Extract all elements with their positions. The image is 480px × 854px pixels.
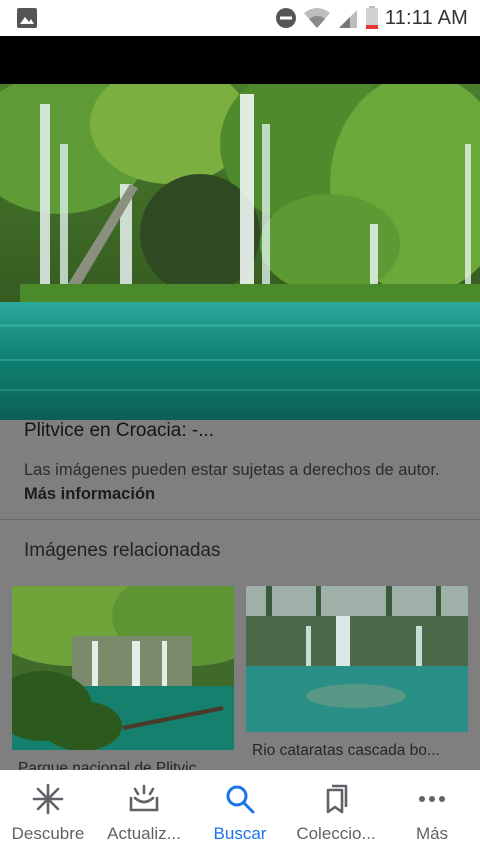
- nav-item-more[interactable]: Más: [384, 770, 480, 854]
- bottom-navigation: Descubre Actualiz... Buscar Coleccio... …: [0, 770, 480, 854]
- related-image-thumbnail[interactable]: [12, 586, 234, 750]
- related-image-caption[interactable]: Rio cataratas cascada bo...: [252, 742, 464, 760]
- nav-label-search: Buscar: [213, 824, 267, 843]
- nav-item-collections[interactable]: Coleccio...: [288, 770, 384, 854]
- asterisk-icon: [32, 783, 64, 815]
- nav-item-discover[interactable]: Descubre: [0, 770, 96, 854]
- nav-item-updates[interactable]: Actualiz...: [96, 770, 192, 854]
- nav-item-search[interactable]: Buscar: [192, 770, 288, 854]
- more-icon: [419, 796, 445, 802]
- more-info-link[interactable]: Más información: [24, 485, 155, 503]
- nav-label-updates: Actualiz...: [107, 824, 181, 843]
- image-icon: [17, 8, 37, 28]
- search-icon: [226, 785, 255, 814]
- status-bar: 11:11 AM: [0, 0, 480, 36]
- do-not-disturb-icon: [275, 8, 296, 28]
- nav-label-more: Más: [415, 824, 449, 843]
- preview-image[interactable]: [0, 84, 480, 420]
- related-image-thumbnail[interactable]: [246, 586, 468, 732]
- image-viewer-top-bar: [0, 36, 480, 84]
- result-title[interactable]: Plitvice en Croacia: -...: [24, 420, 214, 442]
- signal-icon: [338, 10, 357, 28]
- copyright-text: Las imágenes pueden estar sujetas a dere…: [24, 461, 440, 479]
- copyright-notice: Las imágenes pueden estar sujetas a dere…: [24, 458, 464, 506]
- bookmarks-icon: [326, 784, 348, 814]
- nav-label-collections: Coleccio...: [296, 824, 376, 843]
- image-details-panel: Plitvice en Croacia: -... Las imágenes p…: [0, 420, 480, 777]
- battery-icon: [365, 6, 378, 29]
- status-time: 11:11 AM: [384, 6, 468, 29]
- related-images-heading: Imágenes relacionadas: [24, 540, 221, 561]
- wifi-icon: [303, 8, 330, 28]
- nav-label-discover: Descubre: [11, 824, 85, 843]
- divider: [0, 519, 480, 520]
- updates-icon: [129, 784, 159, 812]
